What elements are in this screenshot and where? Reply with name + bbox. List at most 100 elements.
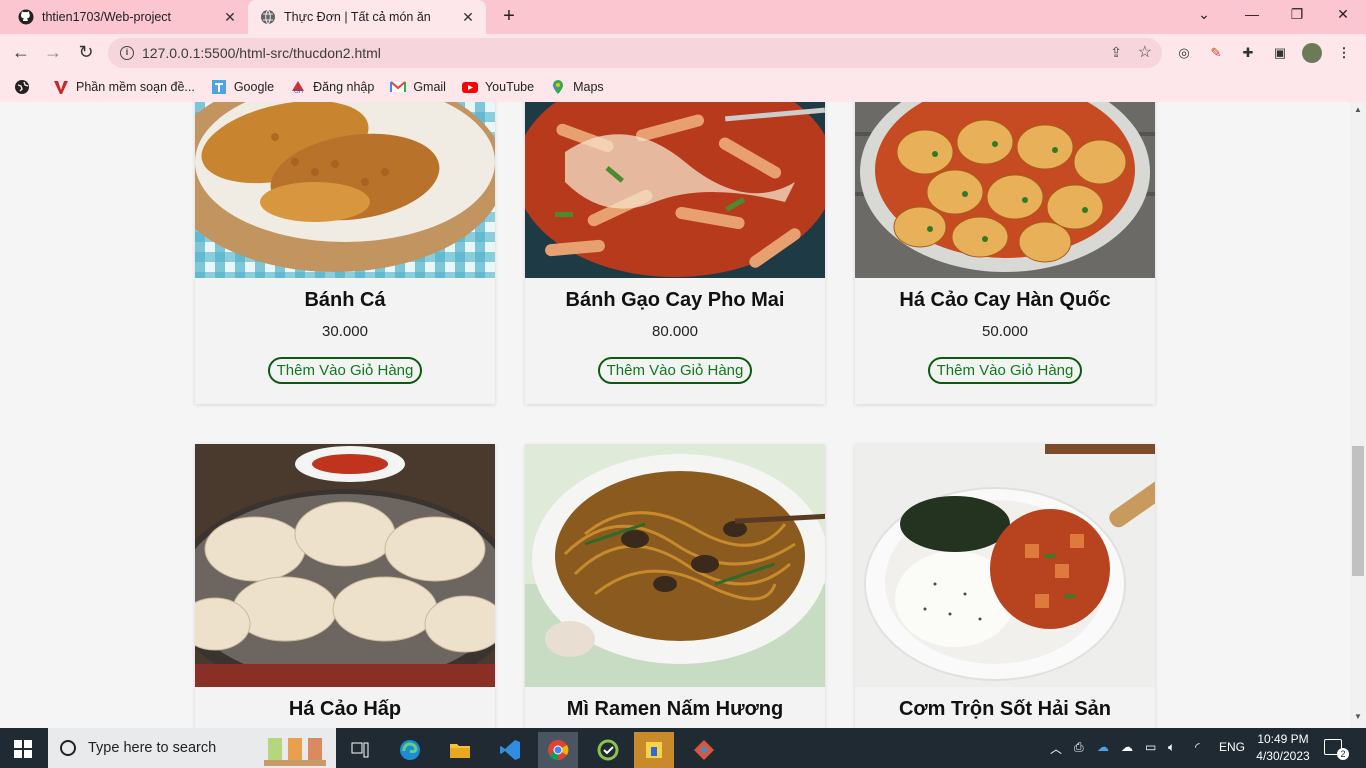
app-green-icon[interactable] [588,732,628,768]
windows-start-icon[interactable] [14,740,32,758]
browser-menu-icon[interactable]: ⋮ [1335,44,1353,62]
food-image-ha-cao-hap [195,444,495,687]
close-tab-icon[interactable]: ✕ [460,9,476,26]
food-image-ha-cao-cay [855,102,1155,278]
language-indicator[interactable]: ENG [1219,740,1245,754]
bookmark-item[interactable]: YouTube [461,79,535,95]
tab-title: thtien1703/Web-project [42,10,172,24]
menu-card: Há Cảo Cay Hàn Quốc 50.000 Thêm Vào Giỏ … [855,102,1155,404]
youtube-icon [461,82,478,93]
github-icon [18,9,34,25]
globe-icon [261,9,275,25]
google-icon [211,80,226,94]
taskbar-search[interactable]: Type here to search [48,728,336,768]
scroll-up-arrow-icon[interactable]: ▲ [1354,105,1362,114]
new-tab-button[interactable]: + [498,6,520,28]
bookmarks-bar: Phần mềm soạn đề... Google GH Đăng nhập … [0,72,1366,102]
camera-icon[interactable]: ⎙ [1074,740,1084,755]
browser-toolbar: ← → ↻ i 127.0.0.1:5500/html-src/thucdon2… [0,34,1366,72]
task-view-icon[interactable] [340,732,380,768]
food-image-ramen [525,444,825,687]
clock[interactable]: 10:49 PM 4/30/2023 [1248,731,1318,765]
battery-icon[interactable]: ▭ [1145,740,1156,754]
tab-menu[interactable]: Thực Đơn | Tất cả món ăn ✕ [248,0,486,34]
search-highlight-drinks-icon [264,738,326,766]
scrollbar-thumb[interactable] [1352,446,1364,576]
restore-button[interactable]: ❐ [1283,6,1311,28]
food-image-banh-gao [525,102,825,278]
tab-search-icon[interactable]: ⌄ [1190,6,1218,28]
add-to-cart-button[interactable]: Thêm Vào Giỏ Hàng [927,357,1083,384]
menu-card: Cơm Trộn Sốt Hải Sản [855,444,1155,728]
url-text[interactable]: 127.0.0.1:5500/html-src/thucdon2.html [142,45,381,61]
bookmark-label: Phần mềm soạn đề... [76,80,195,94]
git-app-icon[interactable] [684,732,724,768]
close-window-button[interactable]: ✕ [1329,6,1357,28]
svg-text:GH: GH [294,89,303,95]
bookmarks-globe[interactable] [14,79,37,95]
menu-card: Mì Ramen Nấm Hương [525,444,825,728]
vscode-icon[interactable] [490,732,530,768]
bookmark-label: Đăng nhập [313,80,375,94]
menu-card: Bánh Cá 30.000 Thêm Vào Giỏ Hàng [195,102,495,404]
login-icon: GH [292,81,305,95]
bookmark-label: Gmail [413,80,446,94]
onedrive-cloud-icon[interactable]: ☁ [1097,740,1109,754]
add-to-cart-button[interactable]: Thêm Vào Giỏ Hàng [267,357,423,384]
globe-icon [15,80,29,94]
bookmark-item[interactable]: GH Đăng nhập [290,79,374,95]
minimize-button[interactable]: — [1238,6,1266,28]
page-scrollbar[interactable]: ▲ ▼ [1350,102,1366,728]
food-price: 80.000 [652,323,698,340]
bookmark-label: Google [233,80,275,94]
back-button[interactable]: ← [10,42,32,64]
food-name: Mì Ramen Nấm Hương [566,698,784,720]
tab-title: Thực Đơn | Tất cả món ăn [284,10,431,24]
chrome-icon[interactable] [538,732,578,768]
bookmark-star-icon[interactable]: ☆ [1138,42,1152,62]
address-bar[interactable]: i 127.0.0.1:5500/html-src/thucdon2.html … [108,38,1162,68]
extensions-puzzle-icon[interactable]: ✚ [1239,44,1257,62]
bookmark-item[interactable]: Phần mềm soạn đề... [53,79,195,95]
food-name: Bánh Gạo Cay Pho Mai [565,289,785,311]
notification-count-badge: 2 [1337,748,1349,760]
bookmark-label: YouTube [484,80,535,94]
food-name: Há Cảo Cay Hàn Quốc [899,289,1111,311]
site-info-icon[interactable]: i [120,46,134,60]
tab-github[interactable]: thtien1703/Web-project ✕ [6,0,248,34]
reload-button[interactable]: ↻ [75,42,97,64]
extension-pen-icon[interactable]: ✎ [1207,44,1225,62]
menu-card: Há Cảo Hấp [195,444,495,728]
extension-compass-icon[interactable]: ◎ [1175,44,1193,62]
bookmark-item[interactable]: Gmail [390,79,446,95]
forward-button[interactable]: → [42,42,64,64]
scroll-down-arrow-icon[interactable]: ▼ [1354,712,1362,721]
sticky-app-icon[interactable] [634,732,674,768]
profile-avatar[interactable] [1302,43,1322,63]
bookmark-label: Maps [573,80,604,94]
clock-time: 10:49 PM [1257,732,1309,746]
food-name: Cơm Trộn Sốt Hải Sản [898,698,1112,720]
close-tab-icon[interactable]: ✕ [222,9,238,26]
bookmark-item[interactable]: Maps [550,79,604,95]
food-name: Bánh Cá [304,289,386,311]
bookmark-item[interactable]: Google [211,79,274,95]
menu-card: Bánh Gạo Cay Pho Mai 80.000 Thêm Vào Giỏ… [525,102,825,404]
wifi-icon[interactable]: ◜ [1195,740,1200,754]
edge-icon[interactable] [390,732,430,768]
gmail-icon [390,81,407,92]
food-name: Há Cảo Hấp [288,698,402,720]
weather-cloud-icon[interactable]: ☁ [1121,740,1133,754]
add-to-cart-button[interactable]: Thêm Vào Giỏ Hàng [597,357,753,384]
food-price: 30.000 [322,323,368,340]
v-logo-icon [54,81,68,94]
maps-icon [552,80,564,94]
volume-icon[interactable]: 🔈︎ [1168,740,1175,755]
side-panel-icon[interactable]: ▣ [1271,44,1289,62]
food-image-banh-ca [195,102,495,278]
file-explorer-icon[interactable] [440,732,480,768]
food-price: 50.000 [982,323,1028,340]
show-hidden-icons-chevron[interactable]: ︿ [1050,740,1062,757]
share-icon[interactable]: ⇪ [1110,44,1122,61]
tab-strip: thtien1703/Web-project ✕ Thực Đơn | Tất … [0,0,1366,34]
